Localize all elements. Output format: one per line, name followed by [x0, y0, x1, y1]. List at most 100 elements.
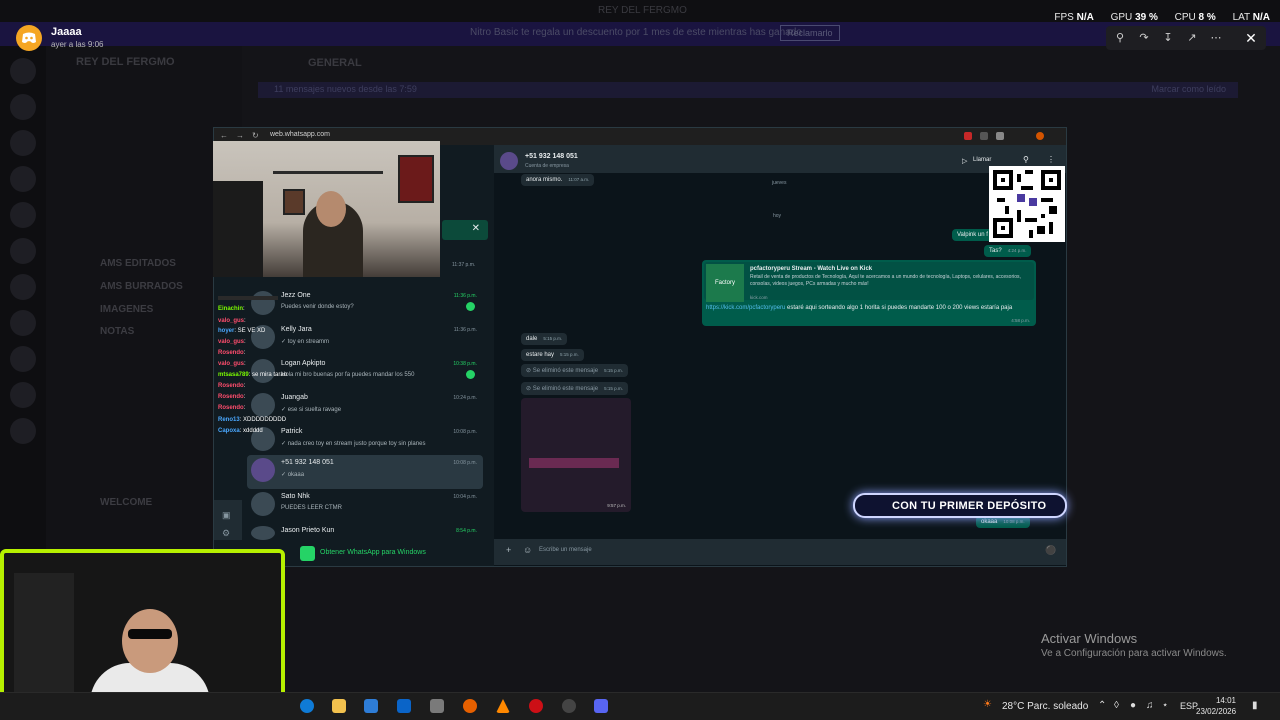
server-icon[interactable] — [10, 58, 36, 84]
extension-icon[interactable] — [964, 132, 972, 140]
close-icon[interactable]: ✕ — [1240, 27, 1262, 49]
fps-label: FPS — [1054, 12, 1074, 23]
server-icon[interactable] — [10, 166, 36, 192]
discord-taskbar-icon[interactable] — [594, 699, 608, 713]
message-input[interactable]: Escribe un mensaje — [539, 547, 592, 553]
server-icon[interactable] — [10, 130, 36, 156]
chat-name: Logan Apkipto — [281, 360, 326, 367]
close-icon[interactable]: ✕ — [472, 223, 480, 234]
microphone-icon[interactable]: ⚫ — [1045, 545, 1056, 556]
image-message[interactable]: 9:57 p.m. — [521, 398, 631, 512]
avatar — [251, 291, 275, 315]
obs-icon[interactable] — [562, 699, 576, 713]
server-icon[interactable] — [10, 382, 36, 408]
outlook-icon[interactable] — [397, 699, 411, 713]
bluetooth-icon[interactable]: ⋆ — [1162, 700, 1168, 711]
deleted-message: ⊘ Se eliminó este mensaje 5:15 p.m. — [521, 382, 628, 395]
channel-item[interactable]: NOTAS — [100, 326, 134, 337]
cpu-label: CPU — [1174, 12, 1196, 23]
video-call-icon[interactable]: ▷ — [962, 157, 967, 165]
channel-item[interactable]: AMS EDITADOS — [100, 258, 176, 269]
server-icon[interactable] — [10, 418, 36, 444]
performance-overlay: FPS N/A GPU 39 % CPU 8 % LAT N/A — [1054, 12, 1270, 23]
message-time: 9:57 p.m. — [607, 503, 626, 508]
chat-username: Einachin — [218, 306, 244, 312]
more-icon[interactable]: ⋯ — [1208, 30, 1224, 46]
reload-icon[interactable]: ↻ — [252, 131, 259, 140]
store-icon[interactable] — [364, 699, 378, 713]
settings-icon[interactable]: ⚙ — [222, 528, 230, 539]
share-icon[interactable]: ↷ — [1136, 30, 1152, 46]
avatar — [251, 393, 275, 417]
nitro-banner: Nitro Basic te regala un descuento por 1… — [0, 22, 1280, 46]
message-time: 4:58 p.m. — [1011, 318, 1030, 323]
contact-name[interactable]: +51 932 148 051 — [525, 153, 578, 160]
volume-icon[interactable]: ♫ — [1146, 700, 1154, 711]
server-icon[interactable] — [10, 238, 36, 264]
server-icon[interactable] — [10, 202, 36, 228]
mark-read-link[interactable]: Marcar como leído — [1151, 84, 1226, 94]
server-icon[interactable] — [10, 94, 36, 120]
weather-icon[interactable]: ☀ — [983, 699, 992, 710]
forward-icon[interactable]: → — [236, 131, 244, 140]
link-preview-card[interactable]: Factory pcfactoryperu Stream - Watch Liv… — [704, 262, 1034, 302]
chat-row[interactable]: Sato Nhk PUEDES LEER CTMR 10:04 p.m. — [247, 489, 483, 523]
activate-windows-title: Activar Windows — [1041, 631, 1138, 646]
deleted-message: ⊘ Se eliminó este mensaje 5:15 p.m. — [521, 364, 628, 377]
chevron-up-icon[interactable]: ⌃ — [1098, 700, 1106, 711]
chat-time: 11:36 p.m. — [453, 293, 477, 299]
chat-username: Reno13 — [218, 417, 240, 423]
link-preview-message[interactable]: Factory pcfactoryperu Stream - Watch Liv… — [702, 260, 1036, 326]
plus-icon[interactable]: + — [506, 545, 511, 555]
message-bubble: Valpink un f — [952, 229, 993, 241]
microphone-icon[interactable]: ● — [1130, 700, 1136, 711]
search-icon[interactable]: ⚲ — [1023, 155, 1029, 164]
chat-row[interactable]: Jezz One Puedes venir donde estoy? 11:36… — [247, 288, 483, 322]
menu-icon[interactable]: ⋮ — [1047, 155, 1055, 164]
chat-row-selected[interactable]: +51 932 148 051 ✓ okaaa 10:08 p.m. — [247, 455, 483, 489]
avatar[interactable] — [500, 152, 518, 170]
pcfactory-logo: Factory — [706, 264, 744, 302]
edge-icon[interactable] — [300, 699, 314, 713]
file-explorer-icon[interactable] — [332, 699, 346, 713]
zoom-icon[interactable]: ⚲ — [1112, 30, 1128, 46]
nitro-banner-button[interactable]: Reclamarlo — [780, 25, 840, 41]
channel-item[interactable]: AMS BURRADOS — [100, 281, 183, 292]
weather-text[interactable]: 28°C Parc. soleado — [1002, 701, 1088, 712]
poster — [283, 189, 305, 215]
kick-link[interactable]: https://kick.com/pcfactoryperu — [706, 305, 785, 311]
server-name[interactable]: REY DEL FERGMO — [76, 56, 175, 68]
extension-icon[interactable] — [996, 132, 1004, 140]
channel-item[interactable]: IMAGENES — [100, 304, 153, 315]
network-icon[interactable]: ◊ — [1114, 700, 1119, 711]
channel-item[interactable]: WELCOME — [100, 497, 152, 508]
chat-username: hoyer — [218, 328, 235, 334]
server-icon[interactable] — [10, 346, 36, 372]
emoji-icon[interactable]: ☺ — [523, 545, 532, 555]
stream-chat-message: Rosendo: — [218, 350, 245, 356]
shelf — [273, 171, 383, 174]
popout-icon[interactable]: ↗ — [1184, 30, 1200, 46]
app-icon[interactable] — [430, 699, 444, 713]
back-icon[interactable]: ← — [220, 131, 228, 140]
clock[interactable]: 14:01 23/02/2026 — [1196, 695, 1236, 717]
firefox-icon[interactable] — [463, 699, 477, 713]
download-icon[interactable]: ↧ — [1160, 30, 1176, 46]
stream-chat-message: mtsasa789: se mira tarao — [218, 372, 287, 378]
server-icon[interactable] — [10, 274, 36, 300]
chat-row[interactable]: Patrick ✓ nada creo toy en stream justo … — [247, 424, 483, 458]
poster — [398, 155, 434, 203]
get-app-link[interactable]: Obtener WhatsApp para Windows — [320, 549, 426, 556]
server-icon[interactable] — [10, 310, 36, 336]
chat-row[interactable]: Kelly Jara ✓ toy en streamm 11:36 p.m. — [247, 322, 483, 356]
profile-icon[interactable] — [1036, 132, 1044, 140]
link-message-text: https://kick.com/pcfactoryperu estaré aq… — [706, 305, 1013, 311]
unread-bar[interactable]: 11 mensajes nuevos desde las 7:59 Marcar… — [258, 82, 1238, 98]
chat-row[interactable]: Jason Prieto Kun 8:54 p.m. — [247, 523, 483, 540]
archive-icon[interactable]: ▣ — [222, 510, 231, 521]
extension-icon[interactable] — [980, 132, 988, 140]
opera-icon[interactable] — [529, 699, 543, 713]
whatsapp-icon — [300, 546, 315, 561]
notifications-icon[interactable]: ▮ — [1252, 700, 1258, 711]
call-button[interactable]: Llamar — [973, 157, 991, 163]
